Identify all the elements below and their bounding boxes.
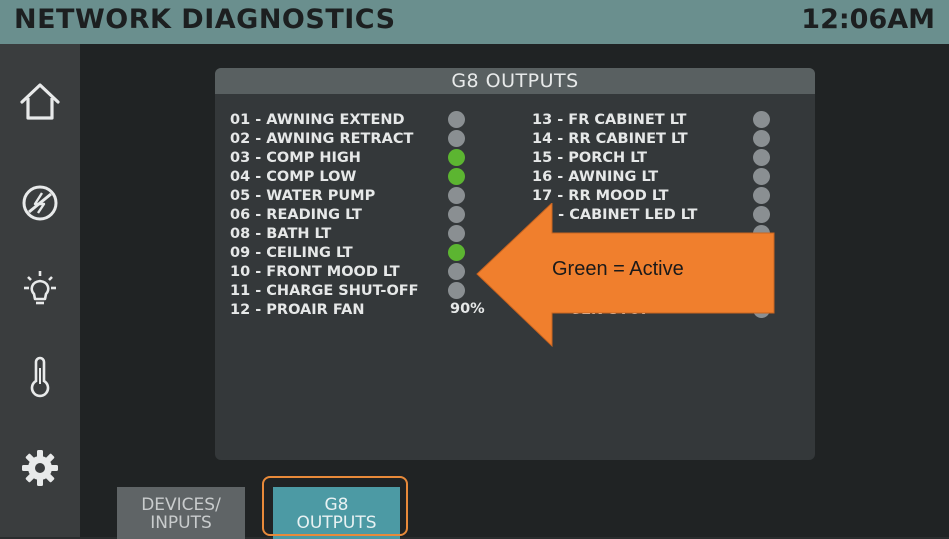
status-led: [448, 111, 465, 128]
output-row: 08 - BATH LT: [230, 224, 331, 244]
output-row: 10 - FRONT MOOD LT: [230, 262, 400, 282]
lights-button[interactable]: [14, 264, 66, 316]
gear-icon: [22, 450, 58, 486]
output-row: 12 - PROAIR FAN: [230, 300, 364, 320]
output-label: 02 - AWNING RETRACT: [230, 131, 414, 147]
power-button[interactable]: [14, 177, 66, 229]
annotation-label: Green = Active: [552, 258, 684, 280]
output-label: 08 - BATH LT: [230, 226, 332, 242]
tab-label-line1: DEVICES/: [141, 495, 221, 515]
header-bar: NETWORK DIAGNOSTICS 12:06AM: [0, 0, 949, 44]
settings-button[interactable]: [14, 442, 66, 494]
status-led: [753, 187, 770, 204]
output-label: 04 - COMP LOW: [230, 169, 357, 185]
thermometer-icon: [30, 356, 50, 398]
status-led: [448, 149, 465, 166]
status-led: [448, 130, 465, 147]
output-label: 15 - PORCH LT: [532, 150, 647, 166]
status-led: [753, 111, 770, 128]
tab-label-line2: INPUTS: [150, 513, 212, 533]
output-label: 13 - FR CABINET LT: [532, 112, 687, 128]
output-row: 03 - COMP HIGH: [230, 148, 361, 168]
power-icon: [22, 185, 58, 221]
status-led: [448, 187, 465, 204]
status-led: [753, 168, 770, 185]
output-row: 15 - PORCH LT: [532, 148, 647, 168]
output-row: 16 - AWNING LT: [532, 167, 658, 187]
output-label: 16 - AWNING LT: [532, 169, 659, 185]
output-row: 06 - READING LT: [230, 205, 362, 225]
output-label: 12 - PROAIR FAN: [230, 302, 365, 318]
output-label: 03 - COMP HIGH: [230, 150, 361, 166]
output-row: 13 - FR CABINET LT: [532, 110, 686, 130]
output-label: 01 - AWNING EXTEND: [230, 112, 405, 128]
panel-title: G8 OUTPUTS: [215, 68, 815, 94]
tab-devices-inputs[interactable]: DEVICES/ INPUTS: [117, 487, 245, 539]
output-row: 01 - AWNING EXTEND: [230, 110, 405, 130]
output-label: 10 - FRONT MOOD LT: [230, 264, 400, 280]
clock: 12:06AM: [801, 4, 935, 35]
output-row: 09 - CEILING LT: [230, 243, 353, 263]
output-row: 14 - RR CABINET LT: [532, 129, 688, 149]
status-led: [448, 168, 465, 185]
status-led: [753, 149, 770, 166]
home-button[interactable]: [14, 76, 66, 128]
output-label: 05 - WATER PUMP: [230, 188, 376, 204]
output-label: 17 - RR MOOD LT: [532, 188, 669, 204]
status-led: [753, 130, 770, 147]
output-label: 09 - CEILING LT: [230, 245, 353, 261]
output-label: 06 - READING LT: [230, 207, 362, 223]
output-label: 11 - CHARGE SHUT-OFF: [230, 283, 419, 299]
output-row: 11 - CHARGE SHUT-OFF: [230, 281, 419, 301]
output-row: 04 - COMP LOW: [230, 167, 356, 187]
sidebar: [0, 44, 80, 537]
climate-button[interactable]: [14, 350, 66, 402]
output-label: 14 - RR CABINET LT: [532, 131, 688, 147]
output-row: 05 - WATER PUMP: [230, 186, 375, 206]
page-title: NETWORK DIAGNOSTICS: [14, 4, 396, 35]
light-icon: [24, 271, 56, 305]
tab-highlight-outline: [262, 476, 408, 536]
output-row: 02 - AWNING RETRACT: [230, 129, 413, 149]
home-icon: [20, 83, 60, 120]
